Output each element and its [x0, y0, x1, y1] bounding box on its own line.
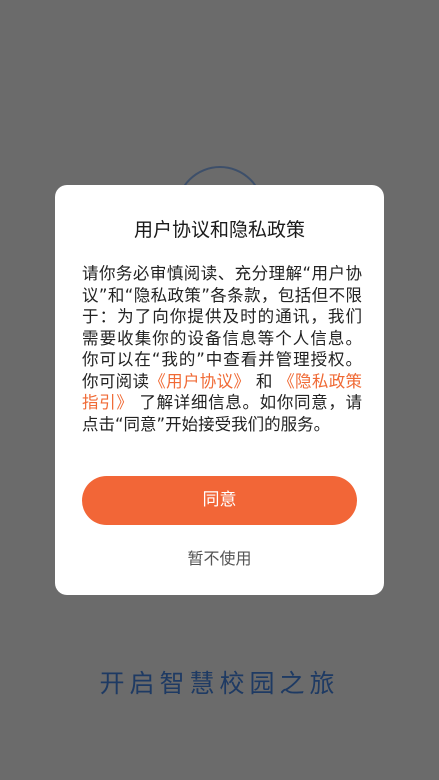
privacy-dialog: 用户协议和隐私政策 请你务必审慎阅读、充分理解“用户协议”和“隐私政策”各条款，…	[55, 185, 384, 595]
decline-button[interactable]: 暂不使用	[55, 545, 384, 569]
agree-button[interactable]: 同意	[82, 476, 357, 525]
splash-slogan: 开启智慧校园之旅	[99, 669, 340, 698]
and-text: 和	[255, 371, 273, 391]
dialog-title: 用户协议和隐私政策	[133, 219, 305, 241]
dialog-body: 请你务必审慎阅读、充分理解“用户协议”和“隐私政策”各条款，包括但不限于：为了向…	[82, 263, 362, 435]
user-agreement-link[interactable]: 《用户协议》	[149, 372, 250, 391]
